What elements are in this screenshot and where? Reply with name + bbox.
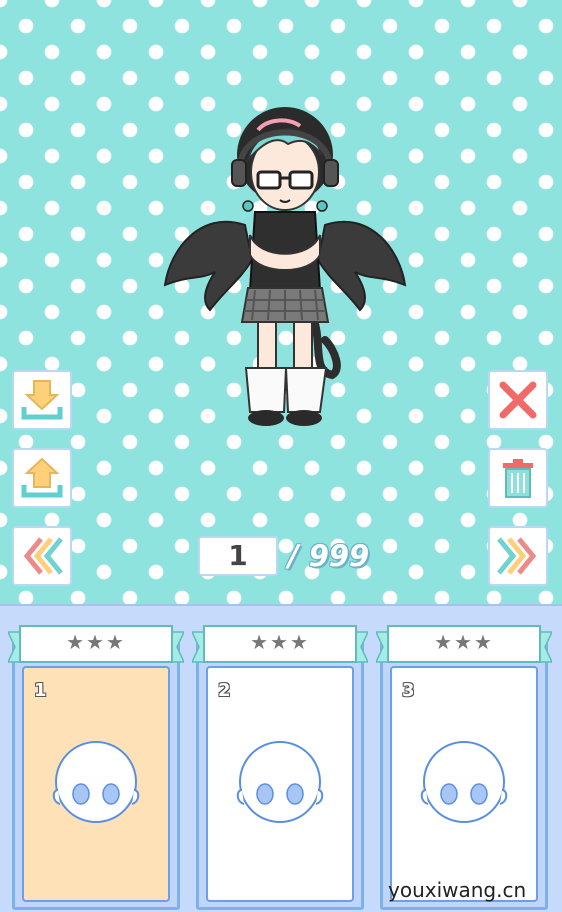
double-chevron-right-icon <box>497 537 537 575</box>
empty-face-icon <box>420 741 508 823</box>
next-button[interactable] <box>488 526 548 586</box>
download-icon <box>21 380 63 420</box>
slot-number: 2 <box>218 680 231 701</box>
character-avatar[interactable] <box>160 100 410 430</box>
character-slot-3[interactable]: ★★★ 3 <box>376 618 552 910</box>
save-button[interactable] <box>12 370 72 430</box>
character-slot-1[interactable]: ★★★ 1 <box>8 618 184 910</box>
rarity-stars: ★★★ <box>250 630 310 654</box>
slot-number: 1 <box>34 680 47 701</box>
close-button[interactable] <box>488 370 548 430</box>
character-slot-2[interactable]: ★★★ 2 <box>192 618 368 910</box>
empty-face-icon <box>236 741 324 823</box>
empty-face-icon <box>52 741 140 823</box>
character-stage: 1 / 999 <box>0 0 562 604</box>
delete-button[interactable] <box>488 448 548 508</box>
rarity-stars: ★★★ <box>66 630 126 654</box>
watermark: youxiwang.cn <box>388 878 527 902</box>
double-chevron-left-icon <box>23 537 63 575</box>
upload-icon <box>21 457 63 498</box>
previous-button[interactable] <box>12 526 72 586</box>
page-counter-input[interactable]: 1 <box>198 536 278 576</box>
slot-number: 3 <box>402 680 415 701</box>
page-total: / 999 <box>288 539 370 573</box>
load-button[interactable] <box>12 448 72 508</box>
close-icon <box>499 381 537 419</box>
trash-icon <box>503 459 533 498</box>
rarity-stars: ★★★ <box>434 630 494 654</box>
